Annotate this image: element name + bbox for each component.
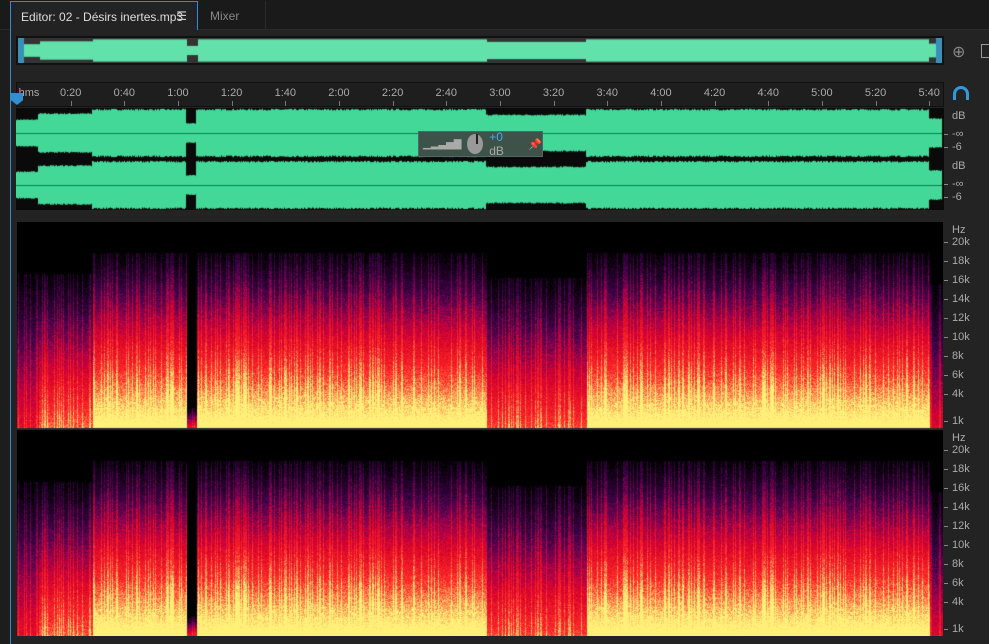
ruler-tick [499, 101, 501, 106]
scale-label: 16k [952, 274, 970, 286]
ruler-tick [660, 101, 662, 106]
ruler-tick-label: 1:20 [220, 87, 243, 99]
scale-label: -∞ [952, 178, 964, 190]
ruler-tick-label: 0:20 [59, 87, 82, 99]
ruler-tick-label: 5:40 [918, 87, 940, 99]
gain-value: +0 dB [489, 130, 504, 158]
ruler-tick [70, 101, 72, 106]
scale-unit: dB [952, 160, 966, 172]
ruler-tick [124, 101, 126, 106]
ruler-tick-label: 5:00 [811, 87, 833, 99]
overview-navigator[interactable] [16, 36, 944, 65]
ruler-tick-label: 3:20 [542, 87, 565, 99]
scale-label: 16k [952, 482, 970, 494]
scale-label: 6k [952, 577, 964, 589]
ruler-tick-label: 3:40 [596, 87, 618, 99]
gain-hud[interactable]: ▁▂▃▅▇ +0 dB 📌 [418, 130, 543, 158]
ruler-tick [338, 101, 340, 106]
headphones-icon[interactable] [953, 86, 969, 100]
ruler-tick-label: 0:40 [113, 87, 136, 99]
ruler-tick [875, 101, 877, 106]
waveform-display[interactable] [16, 108, 944, 210]
ruler-tick-label: 3:00 [489, 87, 511, 99]
gain-knob[interactable] [467, 134, 484, 154]
time-ruler[interactable]: hms 0:20 0:40 1:00 1:20 1:40 2:00 2:20 2:40 3:00… [16, 82, 944, 107]
scale-unit: dB [952, 110, 966, 122]
scale-label: 14k [952, 293, 970, 305]
zoom-icon[interactable]: ⊕ [952, 42, 965, 62]
scale-label: 4k [952, 596, 964, 608]
scale-label: 20k [952, 236, 970, 248]
ruler-tick-label: 2:00 [328, 87, 350, 99]
ruler-tick-label: 4:40 [757, 87, 779, 99]
ruler-tick [821, 101, 823, 106]
scale-label: 4k [952, 388, 964, 400]
tab-label: Mixer [210, 9, 240, 23]
scale-label: 20k [952, 444, 970, 456]
scale-label: 8k [952, 558, 964, 570]
ruler-tick-label: 5:20 [864, 87, 887, 99]
tab-mixer[interactable]: Mixer [198, 1, 266, 30]
pin-icon[interactable]: 📌 [528, 138, 542, 151]
ruler-tick-label: 2:40 [435, 87, 457, 99]
scale-unit: Hz [952, 224, 966, 236]
level-bars-icon: ▁▂▃▅▇ [423, 138, 462, 150]
ruler-tick [446, 101, 448, 106]
hamburger-icon[interactable]: ☰ [176, 9, 187, 23]
scale-label: 14k [952, 501, 970, 513]
ruler-tick [177, 101, 179, 106]
tab-label: Editor: 02 - Désirs inertes.mp3 [21, 10, 184, 24]
scale-label: 18k [952, 255, 970, 267]
ruler-tick-label: 4:20 [703, 87, 726, 99]
scale-label: 1k [952, 415, 964, 427]
tab-editor[interactable]: Editor: 02 - Désirs inertes.mp3 ☰ [10, 1, 198, 30]
ruler-tick [392, 101, 394, 106]
ruler-tick-label: 1:40 [274, 87, 297, 99]
scale-label: 6k [952, 369, 964, 381]
ruler-tick [553, 101, 555, 106]
ruler-tick-label: 4:00 [650, 87, 672, 99]
scale-label: 10k [952, 331, 970, 343]
spectral-display[interactable] [17, 222, 943, 636]
scale-label: 12k [952, 312, 970, 324]
scale-label: 18k [952, 463, 970, 475]
scale-label: 10k [952, 539, 970, 551]
ruler-tick [231, 101, 233, 106]
scale-label: -6 [952, 141, 962, 153]
list-icon[interactable] [981, 44, 989, 58]
scale-label: -∞ [952, 128, 964, 140]
ruler-tick-label: 1:00 [167, 87, 189, 99]
scale-label: 8k [952, 350, 964, 362]
ruler-tick [929, 101, 931, 106]
scale-unit: Hz [952, 432, 966, 444]
scale-label: -6 [952, 191, 962, 203]
ruler-tick [607, 101, 609, 106]
ruler-tick [714, 101, 716, 106]
scale-label: 12k [952, 520, 970, 532]
ruler-tick-label: 2:20 [381, 87, 404, 99]
scale-label: 1k [952, 623, 964, 635]
ruler-tick [768, 101, 770, 106]
ruler-tick [285, 101, 287, 106]
